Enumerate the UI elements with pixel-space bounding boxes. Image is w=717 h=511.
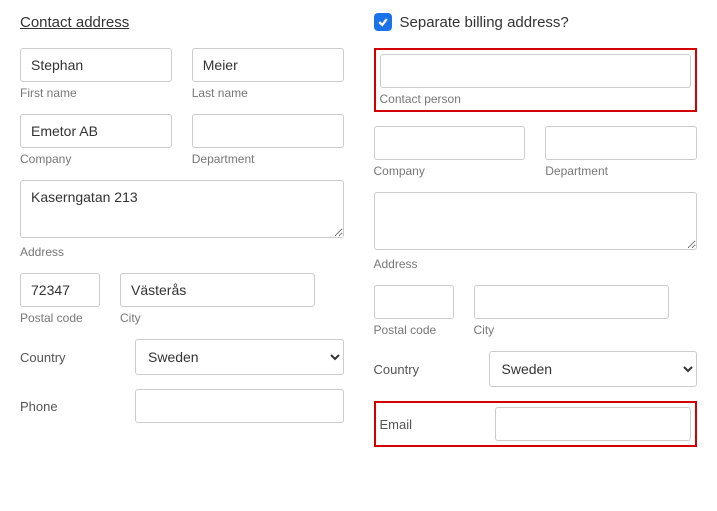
billing-email-input[interactable] — [495, 407, 692, 441]
address-label: Address — [20, 245, 344, 259]
department-input[interactable] — [192, 114, 344, 148]
last-name-input[interactable] — [192, 48, 344, 82]
city-label: City — [120, 311, 315, 325]
separate-billing-label: Separate billing address? — [400, 14, 569, 31]
billing-department-label: Department — [545, 164, 697, 178]
phone-input[interactable] — [135, 389, 344, 423]
email-highlight: Email — [374, 401, 698, 447]
company-input[interactable] — [20, 114, 172, 148]
address-textarea[interactable] — [20, 180, 344, 238]
billing-postal-code-input[interactable] — [374, 285, 454, 319]
billing-contact-person-input[interactable] — [380, 54, 692, 88]
postal-code-label: Postal code — [20, 311, 100, 325]
first-name-label: First name — [20, 86, 172, 100]
billing-city-label: City — [474, 323, 669, 337]
checkmark-icon — [377, 16, 389, 28]
postal-code-input[interactable] — [20, 273, 100, 307]
city-input[interactable] — [120, 273, 315, 307]
billing-email-label: Email — [380, 417, 485, 432]
country-label: Country — [20, 350, 125, 365]
billing-department-input[interactable] — [545, 126, 697, 160]
first-name-input[interactable] — [20, 48, 172, 82]
phone-label: Phone — [20, 399, 125, 414]
separate-billing-checkbox[interactable] — [374, 13, 392, 31]
billing-country-label: Country — [374, 362, 479, 377]
last-name-label: Last name — [192, 86, 344, 100]
billing-address-column: Separate billing address? Contact person… — [374, 10, 698, 447]
department-label: Department — [192, 152, 344, 166]
company-label: Company — [20, 152, 172, 166]
contact-address-title: Contact address — [20, 14, 129, 31]
billing-address-label: Address — [374, 257, 698, 271]
billing-address-textarea[interactable] — [374, 192, 698, 250]
billing-company-label: Company — [374, 164, 526, 178]
billing-contact-person-label: Contact person — [380, 92, 692, 106]
billing-country-select[interactable]: Sweden — [489, 351, 698, 387]
billing-company-input[interactable] — [374, 126, 526, 160]
billing-postal-code-label: Postal code — [374, 323, 454, 337]
billing-city-input[interactable] — [474, 285, 669, 319]
country-select[interactable]: Sweden — [135, 339, 344, 375]
contact-person-highlight: Contact person — [374, 48, 698, 112]
contact-address-column: Contact address First name Last name Com… — [20, 10, 344, 447]
